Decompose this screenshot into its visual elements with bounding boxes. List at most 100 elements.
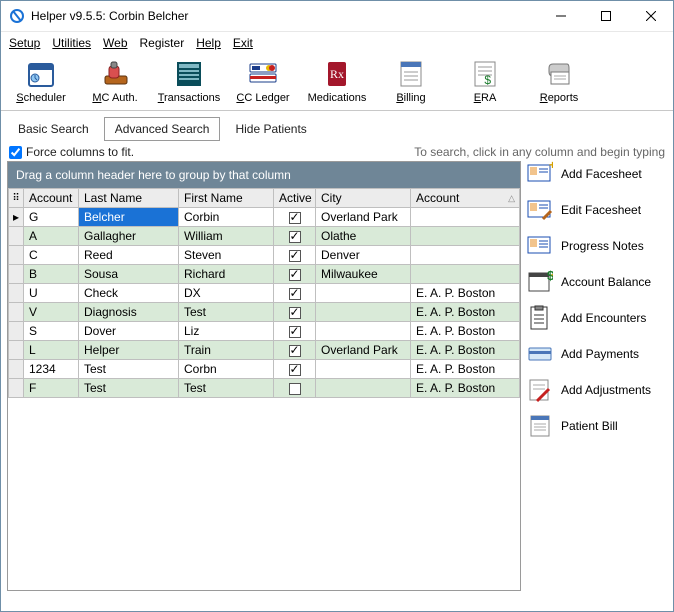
active-checkbox[interactable] [289, 307, 301, 319]
grid-cell[interactable]: Sousa [79, 265, 179, 284]
grid-cell[interactable] [274, 379, 316, 398]
grid-cell[interactable]: Belcher [79, 208, 179, 227]
grid-cell[interactable]: Test [79, 379, 179, 398]
active-checkbox[interactable] [289, 364, 301, 376]
grid-header-account[interactable]: Account [24, 189, 79, 208]
grid-cell[interactable]: B [24, 265, 79, 284]
force-fit-checkbox[interactable]: Force columns to fit. [9, 145, 134, 159]
grid-header-account-2[interactable]: Account△ [411, 189, 520, 208]
grid-header-first-name[interactable]: First Name [179, 189, 274, 208]
grid-group-bar[interactable]: Drag a column header here to group by th… [8, 162, 520, 188]
grid-cell[interactable]: William [179, 227, 274, 246]
menu-utilities[interactable]: Utilities [52, 36, 91, 50]
toolbar-transactions[interactable]: Transactions [153, 56, 225, 106]
grid-cell[interactable]: Olathe [316, 227, 411, 246]
action-progress-notes[interactable]: Progress Notes [527, 233, 667, 259]
tab-hide-patients[interactable]: Hide Patients [224, 117, 317, 141]
close-button[interactable] [628, 1, 673, 31]
grid-cell[interactable]: Corbn [179, 360, 274, 379]
force-fit-input[interactable] [9, 146, 22, 159]
table-row[interactable]: AGallagherWilliamOlathe [9, 227, 520, 246]
grid-cell[interactable]: E. A. P. Boston [411, 322, 520, 341]
grid-cell[interactable]: Test [179, 379, 274, 398]
grid-cell[interactable]: Test [179, 303, 274, 322]
table-row[interactable]: BSousaRichard Milwaukee [9, 265, 520, 284]
action-add-payments[interactable]: Add Payments [527, 341, 667, 367]
toolbar-billing[interactable]: Billing [375, 56, 447, 106]
grid-select-all[interactable]: ⠿ [9, 189, 24, 208]
grid-cell[interactable]: Corbin [179, 208, 274, 227]
grid-cell[interactable]: Steven [179, 246, 274, 265]
maximize-button[interactable] [583, 1, 628, 31]
table-row[interactable]: SDoverLizE. A. P. Boston [9, 322, 520, 341]
grid-cell[interactable] [274, 246, 316, 265]
active-checkbox[interactable] [289, 288, 301, 300]
grid-header-active[interactable]: Active [274, 189, 316, 208]
grid-cell[interactable]: E. A. P. Boston [411, 379, 520, 398]
action-patient-bill[interactable]: Patient Bill [527, 413, 667, 439]
grid-cell[interactable] [411, 208, 520, 227]
grid-cell[interactable] [411, 246, 520, 265]
table-row[interactable]: UCheckDX E. A. P. Boston [9, 284, 520, 303]
grid-cell[interactable] [411, 227, 520, 246]
grid-cell[interactable]: Dover [79, 322, 179, 341]
active-checkbox[interactable] [289, 212, 301, 224]
menu-setup[interactable]: Setup [9, 36, 40, 50]
grid-cell[interactable]: C [24, 246, 79, 265]
toolbar-cc-ledger[interactable]: CC Ledger [227, 56, 299, 106]
grid-cell[interactable]: Overland Park [316, 208, 411, 227]
table-row[interactable]: CReedStevenDenver [9, 246, 520, 265]
grid-cell[interactable] [274, 341, 316, 360]
active-checkbox[interactable] [289, 345, 301, 357]
grid-header-last-name[interactable]: Last Name [79, 189, 179, 208]
grid-cell[interactable] [274, 265, 316, 284]
grid-cell[interactable] [316, 379, 411, 398]
grid-cell[interactable]: Denver [316, 246, 411, 265]
action-add-adjustments[interactable]: Add Adjustments [527, 377, 667, 403]
grid-cell[interactable]: L [24, 341, 79, 360]
action-edit-facesheet[interactable]: Edit Facesheet [527, 197, 667, 223]
grid-cell[interactable] [316, 284, 411, 303]
grid-cell[interactable]: E. A. P. Boston [411, 341, 520, 360]
grid-cell[interactable]: Richard [179, 265, 274, 284]
grid-cell[interactable]: E. A. P. Boston [411, 303, 520, 322]
grid-cell[interactable] [316, 360, 411, 379]
grid-cell[interactable]: A [24, 227, 79, 246]
tab-basic-search[interactable]: Basic Search [7, 117, 100, 141]
action-add-encounters[interactable]: Add Encounters [527, 305, 667, 331]
table-row[interactable]: VDiagnosisTestE. A. P. Boston [9, 303, 520, 322]
grid-cell[interactable] [274, 303, 316, 322]
grid-cell[interactable] [274, 227, 316, 246]
grid-cell[interactable]: Check [79, 284, 179, 303]
menu-exit[interactable]: Exit [233, 36, 253, 50]
grid-cell[interactable]: Liz [179, 322, 274, 341]
active-checkbox[interactable] [289, 269, 301, 281]
grid-cell[interactable] [411, 265, 520, 284]
table-row[interactable]: 1234TestCorbnE. A. P. Boston [9, 360, 520, 379]
grid-cell[interactable]: Milwaukee [316, 265, 411, 284]
action-add-facesheet[interactable]: +Add Facesheet [527, 161, 667, 187]
grid-header-city[interactable]: City [316, 189, 411, 208]
tab-advanced-search[interactable]: Advanced Search [104, 117, 221, 141]
grid-cell[interactable]: G [24, 208, 79, 227]
menu-web[interactable]: Web [103, 36, 127, 50]
table-row[interactable]: FTestTestE. A. P. Boston [9, 379, 520, 398]
grid-cell[interactable]: U [24, 284, 79, 303]
toolbar-mc-auth[interactable]: MC Auth. [79, 56, 151, 106]
minimize-button[interactable] [538, 1, 583, 31]
grid-cell[interactable]: DX [179, 284, 274, 303]
menu-help[interactable]: Help [196, 36, 221, 50]
grid-cell[interactable]: 1234 [24, 360, 79, 379]
grid-cell[interactable]: Test [79, 360, 179, 379]
table-row[interactable]: ▸GBelcherCorbinOverland Park [9, 208, 520, 227]
grid-cell[interactable] [274, 208, 316, 227]
active-checkbox[interactable] [289, 326, 301, 338]
grid-cell[interactable] [274, 284, 316, 303]
toolbar-medications[interactable]: RxMedications [301, 56, 373, 106]
active-checkbox[interactable] [289, 231, 301, 243]
toolbar-scheduler[interactable]: Scheduler [5, 56, 77, 106]
active-checkbox[interactable] [289, 383, 301, 395]
grid-cell[interactable] [316, 303, 411, 322]
grid-cell[interactable]: Diagnosis [79, 303, 179, 322]
grid-cell[interactable]: E. A. P. Boston [411, 284, 520, 303]
